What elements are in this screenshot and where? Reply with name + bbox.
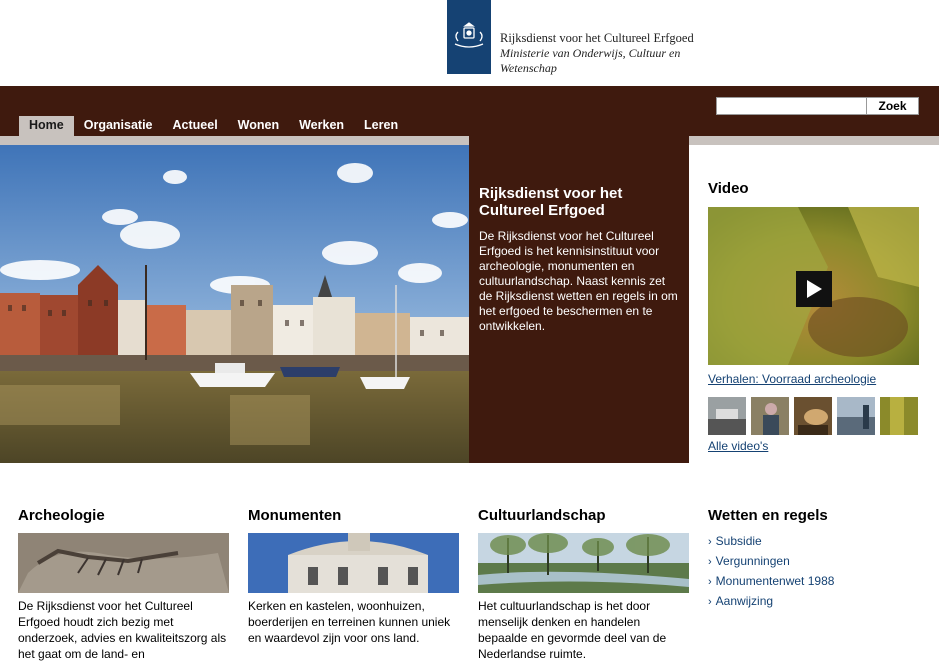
archeologie-image[interactable] [18,533,229,593]
search-button[interactable]: Zoek [866,97,919,115]
chevron-right-icon: › [708,576,712,588]
video-heading: Video [708,180,749,197]
video-thumbnail[interactable] [708,397,746,435]
hero-panel: Rijksdienst voor het Cultureel Erfgoed D… [469,136,689,463]
link-label: Vergunningen [715,554,790,568]
video-thumbnail[interactable] [880,397,918,435]
link-monumentenwet[interactable]: › Monumentenwet 1988 [708,572,920,592]
video-thumbnails [708,397,918,435]
logo-title: Rijksdienst voor het Cultureel Erfgoed [500,31,694,45]
nav-item-wonen[interactable]: Wonen [228,116,289,136]
column-title: Wetten en regels [708,507,828,524]
link-label: Monumentenwet 1988 [715,574,835,588]
column-title[interactable]: Monumenten [248,507,460,533]
column-text: Het cultuurlandschap is het door menseli… [478,599,667,661]
logo-wordmark: Rijksdienst voor het Cultureel Erfgoed M… [500,31,694,76]
regulation-links: › Subsidie › Vergunningen › Monumentenwet 1… [708,532,920,612]
nav-item-werken[interactable]: Werken [289,116,354,136]
video-thumbnail[interactable] [751,397,789,435]
column-title[interactable]: Cultuurlandschap [478,507,690,533]
hero-title: Rijksdienst voor het Cultureel Erfgoed [479,185,623,219]
link-vergunningen[interactable]: › Vergunningen [708,552,920,572]
crest-logo-icon[interactable] [447,0,491,74]
play-icon [807,280,822,298]
link-aanwijzing[interactable]: › Aanwijzing [708,592,920,612]
link-label: Aanwijzing [715,594,774,608]
play-button[interactable] [796,271,832,307]
header: Rijksdienst voor het Cultureel Erfgoed M… [0,0,939,86]
logo-ministry-line1: Ministerie van Onderwijs, Cultuur en [500,46,681,60]
nav-item-leren[interactable]: Leren [354,116,408,136]
nav-item-organisatie[interactable]: Organisatie [74,116,163,136]
video-story-link[interactable]: Verhalen: Voorraad archeologie [708,372,876,386]
link-subsidie[interactable]: › Subsidie [708,532,920,552]
column-text: De Rijksdienst voor het Cultureel Erfgoe… [18,599,227,664]
all-videos-link[interactable]: Alle video's [708,439,768,453]
hero-text: De Rijksdienst voor het Cultureel Erfgoe… [479,229,678,333]
nav-item-actueel[interactable]: Actueel [163,116,228,136]
chevron-right-icon: › [708,536,712,548]
monumenten-image[interactable] [248,533,459,593]
logo-ministry-line2: Wetenschap [500,61,557,75]
video-thumbnail[interactable] [837,397,875,435]
nav-item-home[interactable]: Home [19,116,74,136]
column-wetten-en-regels: Wetten en regels › Subsidie › Vergunningen… [708,507,920,612]
main-nav: Home Organisatie Actueel Wonen Werken Le… [19,116,408,136]
column-archeologie: Archeologie De Rijksdienst voor het Cult… [18,507,230,664]
chevron-right-icon: › [708,596,712,608]
cultuurlandschap-image[interactable] [478,533,689,593]
column-text: Kerken en kastelen, woonhuizen, boerderi… [248,599,451,645]
search-input[interactable] [716,97,867,115]
chevron-right-icon: › [708,556,712,568]
video-thumbnail[interactable] [794,397,832,435]
link-label: Subsidie [715,534,762,548]
hero-harbour-photo[interactable] [0,145,469,463]
column-cultuurlandschap: Cultuurlandschap Het cultuurlandschap is… [478,507,690,662]
column-title[interactable]: Archeologie [18,507,230,533]
column-monumenten: Monumenten Kerken en kastelen, woonhuize… [248,507,460,646]
